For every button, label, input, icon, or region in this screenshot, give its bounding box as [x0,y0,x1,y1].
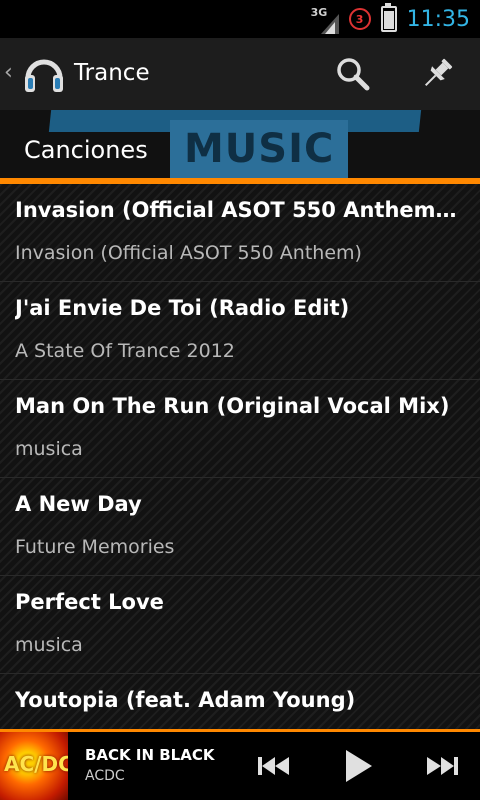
song-title: A New Day [15,492,142,516]
list-item[interactable]: Perfect Love musica [0,576,480,674]
now-playing-artist: ACDC [85,768,125,784]
song-title: J'ai Envie De Toi (Radio Edit) [15,296,350,320]
back-caret-icon[interactable]: ‹ [4,60,13,85]
play-button[interactable] [334,742,382,790]
song-list[interactable]: Invasion (Official ASOT 550 Anthem)(Al..… [0,184,480,730]
section-label: Canciones [24,136,148,164]
clock: 11:35 [406,6,470,32]
pin-icon [424,58,453,87]
headphones-icon[interactable] [22,52,66,96]
song-album: A State Of Trance 2012 [15,340,235,362]
status-icons: 3G 3 11:35 [311,0,470,38]
battery-icon [380,3,397,32]
list-item[interactable]: Youtopia (feat. Adam Young) [0,674,480,730]
list-item[interactable]: Invasion (Official ASOT 550 Anthem)(Al..… [0,184,480,282]
song-title: Perfect Love [15,590,164,614]
album-art-logo: AC/DC [4,752,68,776]
banner-text: MUSIC [184,126,335,172]
previous-icon [258,757,289,775]
status-bar: 3G 3 11:35 [0,0,480,38]
next-icon [427,757,458,775]
pin-button[interactable] [412,50,462,98]
song-title: Man On The Run (Original Vocal Mix) [15,394,450,418]
notification-badge[interactable]: 3 [348,8,371,30]
signal-icon [320,14,339,34]
search-icon [337,58,370,91]
song-album: Future Memories [15,536,175,558]
previous-button[interactable] [250,742,298,790]
play-icon [346,750,372,782]
now-playing-track: BACK IN BLACK [85,746,215,764]
list-item[interactable]: A New Day Future Memories [0,478,480,576]
network-indicator: 3G [311,4,339,34]
song-album: musica [15,438,83,460]
search-button[interactable] [328,50,378,98]
next-button[interactable] [418,742,466,790]
song-title: Invasion (Official ASOT 550 Anthem)(Al..… [15,198,462,222]
song-album: musica [15,634,83,656]
song-title: Youtopia (feat. Adam Young) [15,688,356,712]
song-album: Invasion (Official ASOT 550 Anthem) [15,242,362,264]
album-art[interactable]: AC/DC [0,732,68,800]
header-banner: MUSIC Canciones [0,110,480,178]
action-bar: ‹ Trance [0,38,480,110]
list-item[interactable]: J'ai Envie De Toi (Radio Edit) A State O… [0,282,480,380]
page-title: Trance [74,60,150,86]
now-playing-bar[interactable]: AC/DC BACK IN BLACK ACDC [0,732,480,800]
list-item[interactable]: Man On The Run (Original Vocal Mix) musi… [0,380,480,478]
